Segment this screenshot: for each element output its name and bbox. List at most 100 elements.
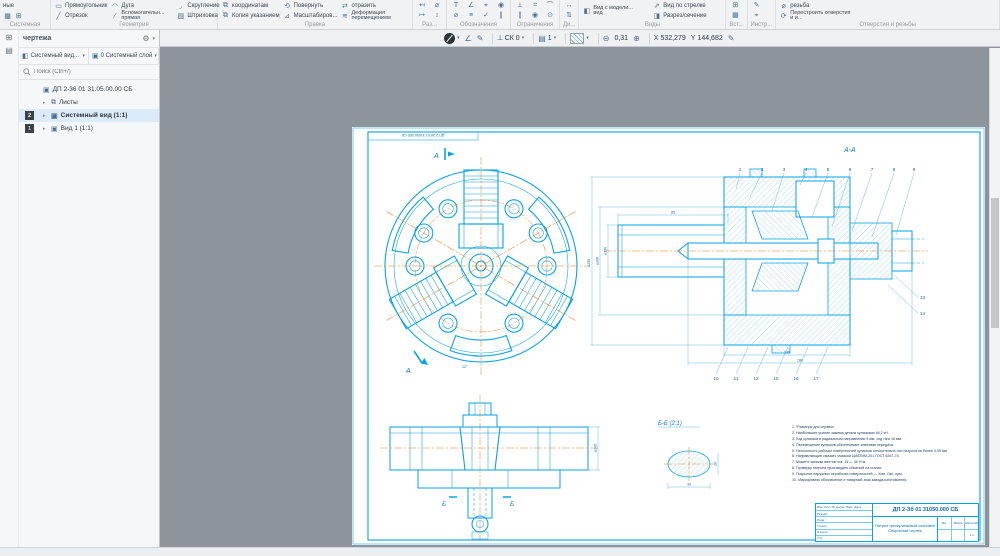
check-icon[interactable]: ✓: [480, 11, 492, 21]
gear-icon[interactable]: ⚙: [142, 34, 149, 43]
svg-text:10: 10: [713, 376, 719, 381]
parallel-icon[interactable]: ∥: [514, 11, 526, 21]
coordinate-system-select[interactable]: ⟂СК 0▾: [497, 33, 524, 43]
parallel-icon[interactable]: ∥: [495, 11, 507, 21]
view-number-badge: 1: [25, 124, 34, 133]
zoom-in-icon: ⊕: [633, 34, 640, 43]
section-mark-a-top: А: [433, 148, 455, 160]
current-view-select[interactable]: ◧ Системный вид... ▾: [19, 48, 89, 64]
ribbon-item-copy-point[interactable]: ⧉Копия указанием: [221, 11, 280, 21]
layers-icon[interactable]: ▤: [5, 46, 13, 55]
ribbon-group-label: Геометрия: [54, 21, 214, 29]
ribbon-item-segment[interactable]: ╱Отрезок: [54, 11, 107, 21]
tree-item-document[interactable]: ▣ ДП 2-36 01 31.05.00.00 СБ: [19, 83, 159, 96]
ribbon-item-scale[interactable]: ⊿Масштабиров...: [283, 11, 338, 21]
dim-icon[interactable]: ↤: [416, 1, 428, 11]
y-coordinate-field[interactable]: Y144,682: [691, 35, 723, 42]
ribbon-item-system[interactable]: ные: [3, 1, 47, 11]
ribbon-item-section-view[interactable]: ◨Разрез/сечение: [652, 11, 722, 21]
zoom-in-button[interactable]: ⊕: [633, 34, 640, 43]
drawing-canvas[interactable]: ДП 2-Зб 01 31050.000 СБ: [160, 48, 990, 548]
insert-icon[interactable]: ⊞: [729, 1, 741, 11]
ribbon-item-view-from-model[interactable]: ◧Вид с модели... вид: [582, 1, 649, 21]
zoom-out-button[interactable]: ⊖: [603, 34, 610, 43]
vertical-scrollbar[interactable]: [989, 48, 1000, 548]
datum-icon[interactable]: ⌖: [480, 1, 492, 11]
diameter-icon[interactable]: ⌀: [431, 1, 443, 11]
coincident-icon[interactable]: ⊙: [544, 11, 556, 21]
angle-tool-button[interactable]: ∠: [465, 34, 472, 43]
ribbon-group-geometry: ▭Прямоугольник ╱Отрезок ◠Дуга ∕Вспомогат…: [51, 0, 218, 29]
ribbon-item-hatch[interactable]: ▨Штриховка: [176, 11, 219, 21]
arrow-icon[interactable]: ↔: [563, 1, 575, 11]
part-name: Патрон трехкулачковый клиновой Сборочный…: [873, 517, 938, 541]
expand-arrow-icon[interactable]: ▸: [43, 100, 48, 106]
insert-icon[interactable]: ▦: [729, 11, 741, 21]
svg-text:8: 8: [893, 167, 896, 172]
ribbon-item-rectangle[interactable]: ▭Прямоугольник: [54, 1, 107, 11]
ribbon-group-label: Ди...: [563, 21, 575, 29]
angle-icon[interactable]: ∠: [465, 1, 477, 11]
tangent-icon[interactable]: ⌒: [544, 1, 556, 11]
perpendicular-icon[interactable]: ⟂: [514, 1, 526, 11]
ribbon-item-construction-line[interactable]: ∕Вспомогательн... прямая: [110, 11, 173, 21]
view-icon: ▣: [51, 112, 58, 120]
ribbon-group-label: Правка: [221, 21, 409, 29]
ribbon-item-deform[interactable]: ≋Деформация перемещением: [340, 11, 413, 21]
hatch-style-select[interactable]: ▾: [570, 33, 589, 44]
tree-item-system-view[interactable]: 2 ▸ ▣ Системный вид (1:1): [19, 109, 159, 122]
current-layer-select[interactable]: ▣ 0 Системный слой ▾: [89, 48, 159, 64]
concentric-icon[interactable]: ◉: [529, 11, 541, 21]
line-icon: ╱: [54, 12, 63, 20]
grid-icon[interactable]: ⊞: [6, 33, 13, 42]
zoom-value-field[interactable]: 0,31: [614, 35, 628, 42]
pencil-icon[interactable]: ✎: [751, 1, 763, 11]
ribbon-group-edit: ⧉координатам ⧉Копия указанием ⟲Повернуть…: [218, 0, 413, 29]
expand-arrow-icon[interactable]: ▸: [43, 113, 48, 119]
center-mark-icon[interactable]: ◉: [495, 1, 507, 11]
layer-select[interactable]: ▤1▾: [538, 34, 556, 43]
section-icon: ◨: [652, 12, 661, 20]
svg-text:16: 16: [793, 376, 799, 381]
plus-grid-icon: ⊞: [14, 12, 23, 20]
technical-requirements: 1. *Размеры для справок. 2. Наибольшее у…: [792, 425, 964, 484]
expand-arrow-icon[interactable]: ▸: [43, 126, 48, 132]
scrollbar-thumb[interactable]: [991, 198, 999, 328]
edit-button[interactable]: ✎: [728, 34, 735, 43]
tree-item-view-1[interactable]: 1 ▸ ▣ Вид 1 (1:1): [19, 122, 159, 135]
x-coordinate-field[interactable]: X532,279: [654, 35, 686, 42]
chevron-down-icon: ▾: [522, 35, 525, 41]
ribbon-item-rebuild-holes[interactable]: ⟳Перестроить отверстия и и...: [779, 11, 996, 21]
drawing-sheet[interactable]: ДП 2-Зб 01 31050.000 СБ: [352, 127, 985, 545]
text-icon[interactable]: T: [450, 1, 462, 11]
search-input[interactable]: [34, 69, 144, 75]
view-arrow-icon: ⇗: [652, 2, 661, 10]
ribbon-group-annotations: T ⌀ ∠ ≡ ⌖ ✓ ◉ ∥ Обозначения: [447, 0, 511, 29]
leader-icon[interactable]: ≡: [465, 11, 477, 21]
section-mark-a-bottom: А: [405, 351, 428, 375]
svg-text:30: 30: [687, 483, 691, 487]
svg-text:А: А: [433, 153, 439, 160]
rectangle-icon: ▭: [54, 2, 63, 10]
svg-text:2: 2: [761, 167, 764, 172]
svg-text:20: 20: [714, 462, 718, 466]
ribbon-item-rotate[interactable]: ⟲Повернуть: [283, 1, 338, 11]
ribbon-group-label: Обозначения: [450, 21, 507, 29]
arrow-icon[interactable]: ⇅: [563, 11, 575, 21]
svg-text:12: 12: [753, 376, 759, 381]
ribbon-item-copy-coordinates[interactable]: ⧉координатам: [221, 1, 280, 11]
chevron-down-icon[interactable]: ▾: [152, 36, 155, 42]
ribbon-item-view-by-arrow[interactable]: ⇗Вид по стрелке: [652, 1, 722, 11]
hatch-swatch-icon: [570, 33, 584, 44]
dim-icon[interactable]: ↦: [416, 11, 428, 21]
pencil-tool-button[interactable]: ✎: [477, 34, 484, 43]
tree-item-sheets[interactable]: ▸ ⧉ Листы: [19, 96, 159, 109]
ribbon-item-system-icons[interactable]: ▦ ⊞: [3, 11, 47, 21]
ribbon-group-insert: ⊞ ▦ Вст...: [726, 0, 747, 29]
equal-icon[interactable]: =: [529, 1, 541, 11]
dim-icon[interactable]: ↕: [431, 11, 443, 21]
ribbon-item-fillet[interactable]: ◞Скругление: [176, 1, 219, 11]
style-button[interactable]: ▾: [444, 33, 460, 44]
diameter-icon[interactable]: ⌀: [450, 11, 462, 21]
target-icon[interactable]: ⌖: [751, 11, 763, 21]
